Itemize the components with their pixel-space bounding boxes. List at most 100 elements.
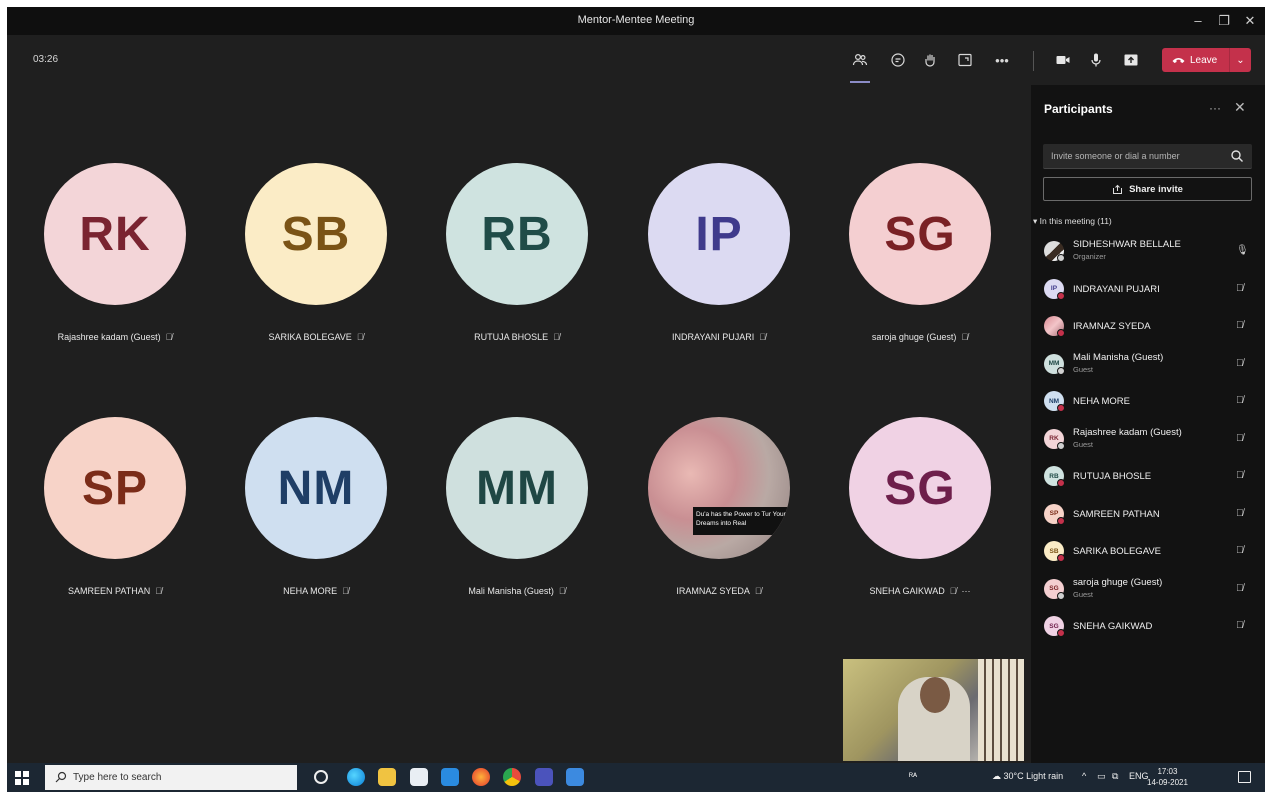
meeting-toolbar: 03:26 ••• Leave ⌄ [7, 35, 1265, 85]
participant-tile[interactable]: MM Mali Manisha (Guest) 🎙̸ [427, 417, 607, 596]
muted-mic-icon[interactable]: 🎙̸ [1236, 583, 1244, 594]
clock-time: 17:03 [1157, 767, 1178, 776]
tile-avatar: RB [446, 163, 588, 305]
participant-row[interactable]: SG SNEHA GAIKWAD 🎙̸ [1031, 608, 1265, 646]
restore-button[interactable]: ❐ [1213, 11, 1235, 31]
document-app-icon[interactable] [566, 768, 584, 786]
leave-main[interactable]: Leave [1162, 48, 1230, 72]
participant-row[interactable]: SB SARIKA BOLEGAVE 🎙̸ [1031, 533, 1265, 571]
notification-icon[interactable] [1238, 771, 1251, 783]
close-window-button[interactable]: ✕ [1239, 11, 1261, 31]
people-tray-icon[interactable]: ᴿᴬ [909, 771, 917, 781]
edge-icon[interactable] [347, 768, 365, 786]
network-icon[interactable]: ⧉ [1112, 771, 1118, 782]
participant-row[interactable]: SIDHESHWAR BELLALE Organizer 🎙 [1031, 233, 1265, 271]
camera-icon[interactable] [1051, 49, 1075, 71]
windows-start-icon[interactable] [15, 771, 29, 785]
muted-mic-icon: 🎙̸ [356, 332, 364, 342]
tile-name-row: SAMREEN PATHAN 🎙̸ [25, 586, 205, 596]
clock[interactable]: 17:03 14-09-2021 [1147, 766, 1188, 788]
participant-row[interactable]: RK Rajashree kadam (Guest) Guest 🎙̸ [1031, 421, 1265, 459]
leave-button[interactable]: Leave ⌄ [1162, 48, 1251, 72]
invite-input[interactable] [1051, 149, 1221, 163]
muted-mic-icon[interactable]: 🎙̸ [1236, 508, 1244, 519]
participant-avatar: IP [1044, 278, 1065, 300]
participant-avatar [1044, 316, 1065, 337]
muted-mic-icon[interactable]: 🎙̸ [1236, 620, 1244, 631]
in-meeting-header[interactable]: ▾ In this meeting (11) [1033, 216, 1112, 227]
participants-panel: Participants ··· ✕ Share invite ▾ In thi… [1031, 85, 1265, 763]
participant-role: Guest [1073, 364, 1094, 374]
store-icon[interactable] [410, 768, 428, 786]
file-explorer-icon[interactable] [378, 768, 396, 786]
language-indicator[interactable]: ENG [1129, 771, 1149, 781]
panel-close-icon[interactable]: ✕ [1234, 99, 1246, 116]
people-icon[interactable] [848, 49, 872, 71]
cortana-icon[interactable] [314, 770, 328, 784]
microphone-icon[interactable] [1084, 49, 1108, 71]
participant-avatar: RB [1044, 466, 1065, 487]
battery-icon[interactable]: ▭ [1097, 771, 1106, 782]
muted-mic-icon[interactable]: 🎙̸ [1236, 545, 1244, 556]
person-head [920, 677, 950, 713]
chat-icon[interactable] [886, 49, 910, 71]
taskbar-search-box[interactable]: Type here to search [45, 765, 297, 790]
participant-row[interactable]: SG saroja ghuge (Guest) Guest 🎙̸ [1031, 571, 1265, 609]
teams-icon[interactable] [535, 768, 553, 786]
self-video-preview[interactable] [843, 659, 1024, 761]
participant-avatar: RK [1044, 428, 1065, 450]
leave-options-chevron-icon[interactable]: ⌄ [1230, 55, 1251, 66]
tile-name: RUTUJA BHOSLE [474, 332, 549, 342]
firefox-icon[interactable] [472, 768, 490, 786]
participant-name: SIDHESHWAR BELLALE [1073, 239, 1181, 250]
muted-mic-icon[interactable]: 🎙̸ [1236, 283, 1244, 294]
participant-row[interactable]: SP SAMREEN PATHAN 🎙̸ [1031, 496, 1265, 534]
reactions-icon[interactable] [919, 49, 943, 71]
muted-mic-icon[interactable]: 🎙̸ [1236, 358, 1244, 369]
muted-mic-icon: 🎙̸ [342, 586, 349, 596]
participant-name: Rajashree kadam (Guest) [1073, 426, 1182, 438]
microphone-icon[interactable]: 🎙 [1236, 245, 1249, 256]
participant-tile[interactable]: RB RUTUJA BHOSLE 🎙̸ [427, 163, 607, 342]
participant-tile[interactable]: Du'a has the Power to Tur Your Dreams in… [629, 417, 809, 596]
participant-tile[interactable]: SB SARIKA BOLEGAVE 🎙̸ [226, 163, 406, 342]
tray-chevron-icon[interactable]: ^ [1082, 771, 1086, 781]
tile-more-icon[interactable]: ··· [961, 586, 970, 596]
participant-tile[interactable]: SG SNEHA GAIKWAD 🎙̸ ··· [830, 417, 1010, 596]
panel-more-icon[interactable]: ··· [1209, 101, 1221, 115]
search-icon[interactable] [1230, 149, 1244, 163]
participant-tile[interactable]: NM NEHA MORE 🎙̸ [226, 417, 406, 596]
participant-tile[interactable]: IP INDRAYANI PUJARI 🎙̸ [629, 163, 809, 342]
participant-initials: SG [1049, 585, 1059, 592]
participant-row[interactable]: IRAMNAZ SYEDA 🎙̸ [1031, 308, 1265, 346]
tile-avatar: MM [446, 417, 588, 559]
muted-mic-icon[interactable]: 🎙̸ [1236, 320, 1244, 331]
participant-tile[interactable]: SG saroja ghuge (Guest) 🎙̸ [830, 163, 1010, 342]
participant-tile[interactable]: SP SAMREEN PATHAN 🎙̸ [25, 417, 205, 596]
presence-status-icon [1057, 329, 1065, 337]
participant-row[interactable]: MM Mali Manisha (Guest) Guest 🎙̸ [1031, 346, 1265, 384]
participant-initials: IP [1050, 285, 1058, 292]
participant-row[interactable]: NM NEHA MORE 🎙̸ [1031, 383, 1265, 421]
share-screen-icon[interactable] [1119, 49, 1143, 71]
chrome-icon[interactable] [503, 768, 521, 786]
muted-mic-icon[interactable]: 🎙̸ [1236, 470, 1244, 481]
participant-avatar: NM [1044, 391, 1065, 412]
rooms-icon[interactable] [953, 49, 977, 71]
share-invite-button[interactable]: Share invite [1043, 177, 1252, 201]
presence-status-icon [1057, 254, 1065, 262]
mail-icon[interactable] [441, 768, 459, 786]
participant-row[interactable]: IP INDRAYANI PUJARI 🎙̸ [1031, 271, 1265, 309]
more-actions-icon[interactable]: ••• [990, 49, 1014, 71]
presence-status-icon [1057, 366, 1065, 375]
participant-row[interactable]: RB RUTUJA BHOSLE 🎙̸ [1031, 458, 1265, 496]
minimize-button[interactable]: – [1187, 11, 1209, 31]
windows-taskbar: Type here to search ᴿᴬ ☁ 30°C Light rain… [7, 763, 1265, 792]
invite-field[interactable] [1043, 144, 1252, 169]
participant-initials: SB [1049, 547, 1059, 555]
participant-tile[interactable]: RK Rajashree kadam (Guest) 🎙̸ [25, 163, 205, 342]
participant-initials: MM [1048, 360, 1060, 367]
muted-mic-icon[interactable]: 🎙̸ [1236, 433, 1244, 444]
muted-mic-icon[interactable]: 🎙̸ [1236, 395, 1244, 406]
weather-widget[interactable]: ☁ 30°C Light rain [992, 771, 1063, 782]
